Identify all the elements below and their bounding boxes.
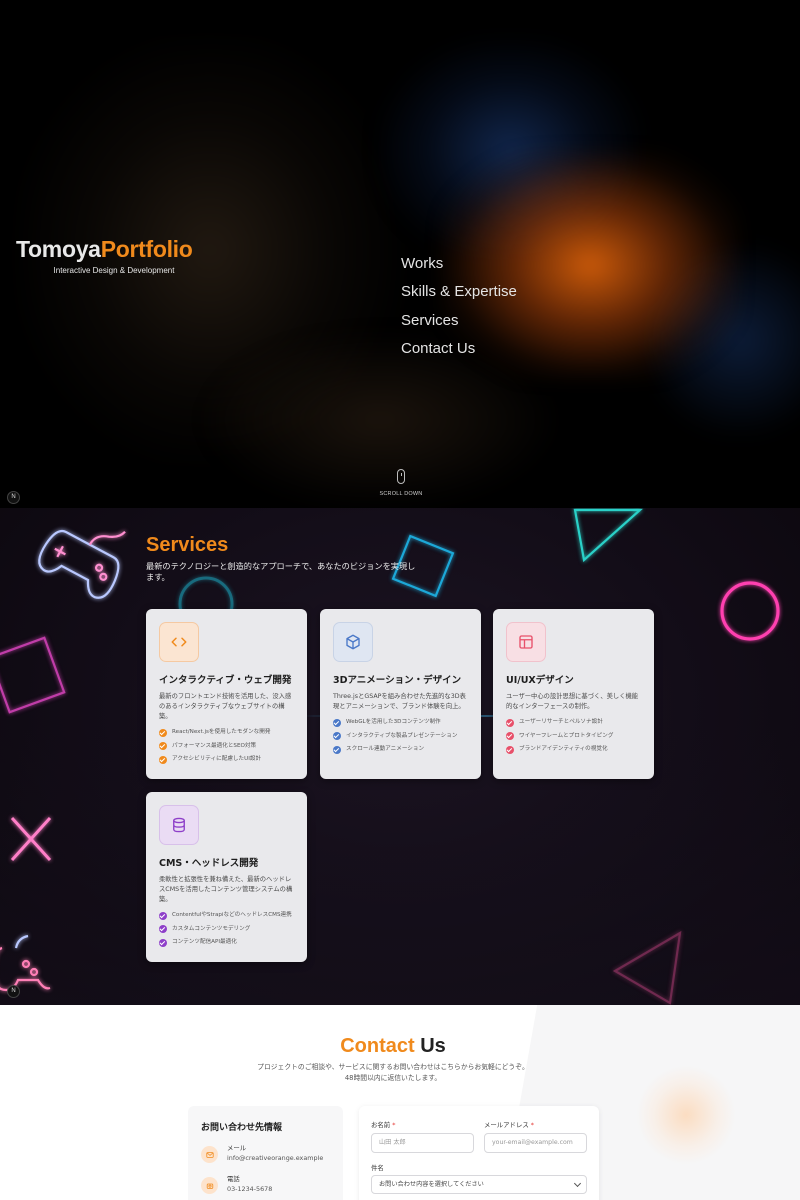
- page: TomoyaPortfolio Interactive Design & Dev…: [0, 0, 800, 1200]
- check-icon: [333, 732, 341, 741]
- main-nav: Works Skills & Expertise Services Contac…: [401, 254, 517, 367]
- nextjs-badge[interactable]: N: [7, 491, 20, 504]
- nav-item-works[interactable]: Works: [401, 254, 517, 282]
- service-card-description: 最新のフロントエンド技術を活用した、没入感のあるインタラクティブなウェブサイトの…: [159, 693, 292, 720]
- service-feature: カスタムコンテンツモデリング: [159, 925, 294, 939]
- chevron-down-icon: [573, 1179, 582, 1188]
- service-card-web[interactable]: インタラクティブ・ウェブ開発 最新のフロントエンド技術を活用した、没入感のあるイ…: [146, 609, 307, 779]
- name-field[interactable]: 山田 太郎: [371, 1133, 474, 1153]
- code-icon: [159, 622, 199, 662]
- scroll-down-indicator[interactable]: SCROLL DOWN: [376, 469, 426, 497]
- check-icon: [506, 732, 514, 741]
- check-icon: [506, 745, 514, 754]
- service-card-3d[interactable]: 3Dアニメーション・デザイン Three.jsとGSAPを組み合わせた先進的な3…: [320, 609, 481, 779]
- contact-title-main: Us: [414, 1035, 446, 1057]
- hero-section: TomoyaPortfolio Interactive Design & Dev…: [0, 0, 800, 508]
- contact-info-card: お問い合わせ先情報 メール info@creativeorange.exampl…: [188, 1106, 343, 1200]
- service-card-description: Three.jsとGSAPを組み合わせた先進的な3D表現とアニメーションで、ブラ…: [333, 693, 466, 710]
- contact-form: お名前 * 山田 太郎 メールアドレス * your-email@example…: [359, 1106, 599, 1200]
- contact-title: Contact Us: [0, 1035, 786, 1058]
- nav-item-contact[interactable]: Contact Us: [401, 339, 517, 367]
- tagline: Interactive Design & Development: [53, 266, 175, 275]
- service-card-cms[interactable]: CMS・ヘッドレス開発 柔軟性と拡張性を兼ね備えた、最新のヘッドレスCMSを活用…: [146, 792, 307, 962]
- service-feature-list: React/Next.jsを使用したモダンな開発 パフォーマンス最適化とSEO対…: [159, 728, 294, 769]
- contact-info-value[interactable]: 03-1234-5678: [227, 1184, 272, 1195]
- service-feature: アクセシビリティに配慮したUI設計: [159, 755, 294, 769]
- contact-info-email: メール info@creativeorange.example: [201, 1143, 330, 1164]
- service-card-uiux[interactable]: UI/UXデザイン ユーザー中心の設計思想に基づく、美しく機能的なインターフェー…: [493, 609, 654, 779]
- check-icon: [159, 938, 167, 947]
- service-card-title: 3Dアニメーション・デザイン: [333, 675, 462, 686]
- background-orb: [636, 1065, 736, 1165]
- subject-select-value: お問い合わせ内容を選択してください: [379, 1181, 484, 1188]
- nextjs-badge[interactable]: N: [7, 985, 20, 998]
- neon-ring: [720, 581, 780, 641]
- logo-accent: Portfolio: [100, 236, 193, 262]
- subject-field-label: 件名: [371, 1164, 384, 1172]
- neon-square: [0, 636, 66, 714]
- mail-icon: [201, 1146, 218, 1163]
- gamepad-icon: [38, 529, 126, 599]
- email-field-label: メールアドレス *: [484, 1121, 534, 1129]
- service-card-title: インタラクティブ・ウェブ開発: [159, 675, 292, 686]
- phone-icon: [201, 1177, 218, 1194]
- service-feature: ユーザーリサーチとペルソナ設計: [506, 718, 641, 732]
- layout-icon: [506, 622, 546, 662]
- mouse-icon: [397, 469, 405, 484]
- scroll-down-label: SCROLL DOWN: [379, 491, 423, 497]
- contact-title-accent: Contact: [340, 1035, 415, 1057]
- neon-triangle: [573, 508, 643, 563]
- check-icon: [159, 911, 167, 920]
- service-feature: パフォーマンス最適化とSEO対策: [159, 742, 294, 756]
- service-feature: ContentfulやStrapiなどのヘッドレスCMS連携: [159, 911, 294, 925]
- check-icon: [159, 728, 167, 737]
- check-icon: [333, 745, 341, 754]
- check-icon: [333, 718, 341, 727]
- service-feature-list: ContentfulやStrapiなどのヘッドレスCMS連携 カスタムコンテンツ…: [159, 911, 294, 952]
- service-feature-list: WebGLを活用した3Dコンテンツ制作 インタラクティブな製品プレゼンテーション…: [333, 718, 468, 759]
- neon-cross: [10, 816, 52, 862]
- contact-info-phone: 電話 03-1234-5678: [201, 1174, 330, 1195]
- logo-main: Tomoya: [16, 236, 101, 262]
- service-feature: コンテンツ配信API最適化: [159, 938, 294, 952]
- services-section: Services 最新のテクノロジーと創造的なアプローチで、あなたのビジョンを実…: [0, 508, 800, 1005]
- service-feature: インタラクティブな製品プレゼンテーション: [333, 732, 468, 746]
- nav-item-services[interactable]: Services: [401, 311, 517, 339]
- service-feature: WebGLを活用した3Dコンテンツ制作: [333, 718, 468, 732]
- nav-item-skills[interactable]: Skills & Expertise: [401, 282, 517, 310]
- contact-section: Contact Us プロジェクトのご相談や、サービスに関するお問い合わせはこち…: [0, 1005, 800, 1200]
- check-icon: [159, 755, 167, 764]
- gamepad-icon: [0, 934, 51, 992]
- contact-info-label: 電話: [227, 1175, 240, 1183]
- service-feature: ワイヤーフレームとプロトタイピング: [506, 732, 641, 746]
- services-title: Services: [146, 534, 229, 556]
- check-icon: [159, 925, 167, 934]
- name-field-label: お名前 *: [371, 1121, 396, 1129]
- subject-select[interactable]: お問い合わせ内容を選択してください: [371, 1175, 587, 1194]
- contact-info-label: メール: [227, 1144, 247, 1152]
- check-icon: [159, 742, 167, 751]
- check-icon: [506, 718, 514, 727]
- services-description: 最新のテクノロジーと創造的なアプローチで、あなたのビジョンを実現します。: [146, 561, 416, 582]
- service-feature: ブランドアイデンティティの視覚化: [506, 745, 641, 759]
- service-feature: React/Next.jsを使用したモダンな開発: [159, 728, 294, 742]
- database-icon: [159, 805, 199, 845]
- email-field[interactable]: your-email@example.com: [484, 1133, 587, 1153]
- neon-triangle: [612, 930, 682, 1005]
- cube-icon: [333, 622, 373, 662]
- service-card-title: UI/UXデザイン: [506, 675, 574, 686]
- contact-info-value[interactable]: info@creativeorange.example: [227, 1153, 323, 1164]
- service-card-description: ユーザー中心の設計思想に基づく、美しく機能的なインターフェースの制作。: [506, 693, 639, 710]
- service-card-title: CMS・ヘッドレス開発: [159, 858, 259, 869]
- contact-info-heading: お問い合わせ先情報: [201, 1123, 283, 1133]
- service-feature-list: ユーザーリサーチとペルソナ設計 ワイヤーフレームとプロトタイピング ブランドアイ…: [506, 718, 641, 759]
- site-logo[interactable]: TomoyaPortfolio: [16, 236, 216, 263]
- contact-description: プロジェクトのご相談や、サービスに関するお問い合わせはこちらからお気軽にどうぞ。…: [257, 1063, 529, 1082]
- service-feature: スクロール連動アニメーション: [333, 745, 468, 759]
- service-card-description: 柔軟性と拡張性を兼ね備えた、最新のヘッドレスCMSを活用したコンテンツ管理システ…: [159, 876, 293, 903]
